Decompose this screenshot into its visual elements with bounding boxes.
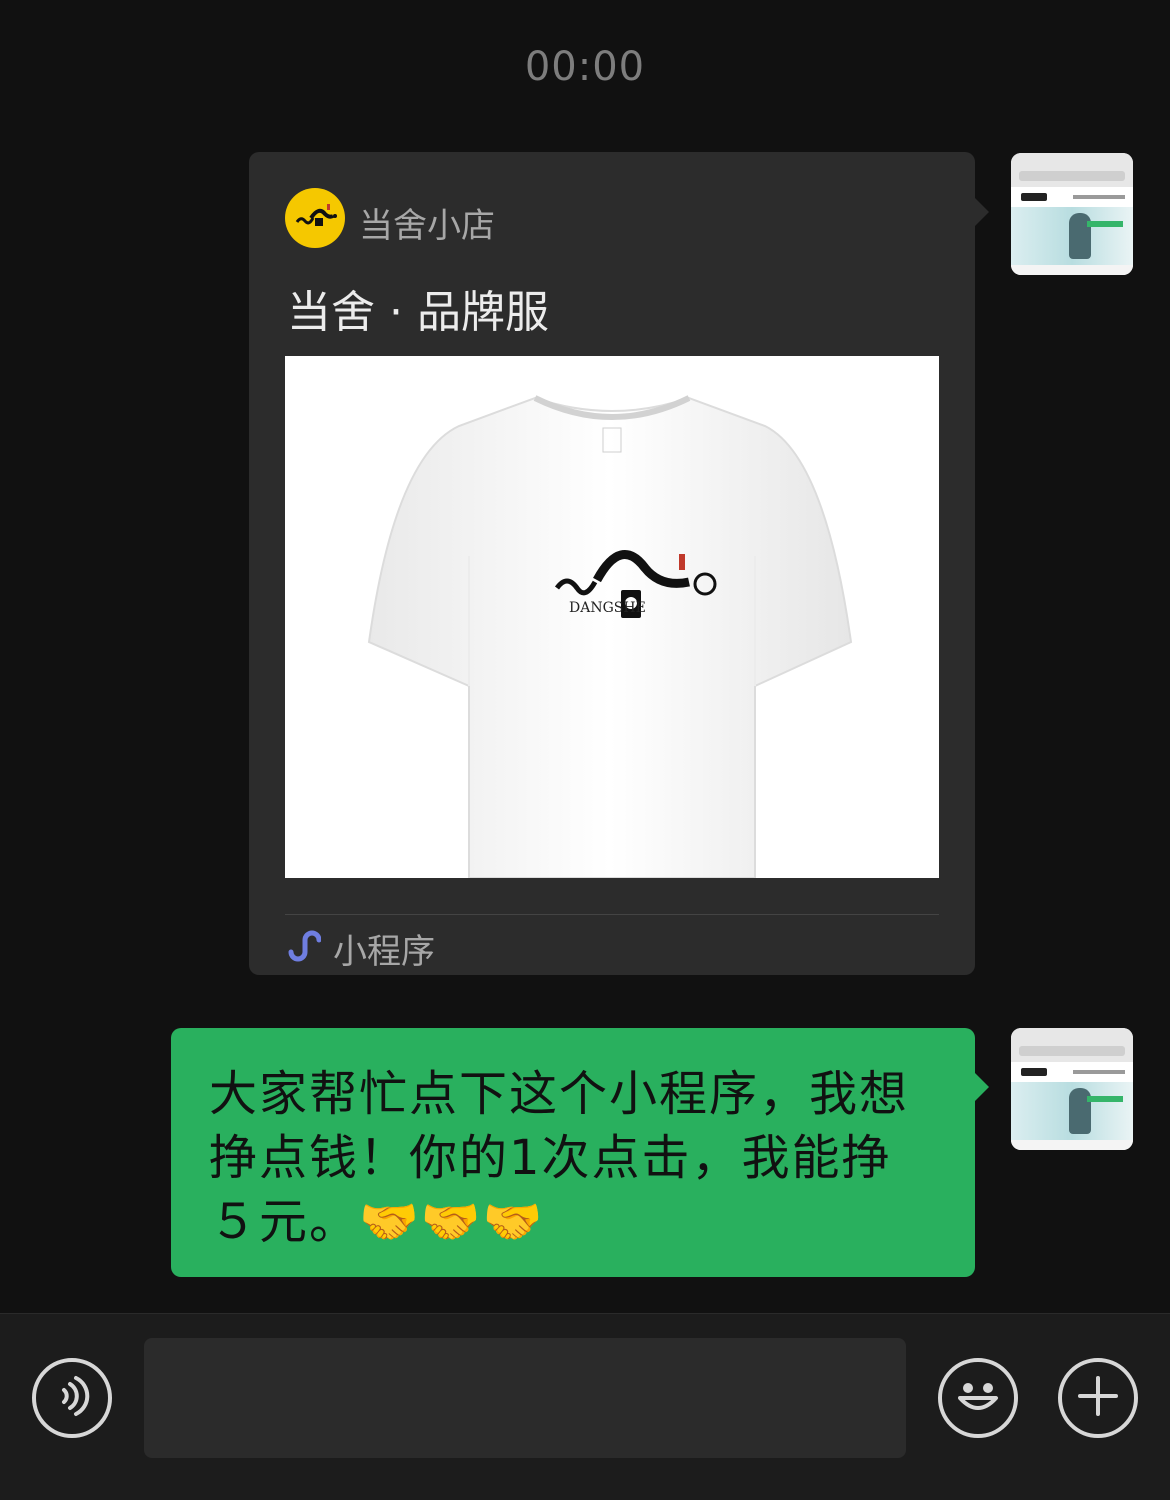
message-text: 大家帮忙点下这个小程序，我想挣点钱！你的1次点击，我能挣５元。🤝🤝🤝 [209,1066,910,1250]
card-tail [975,198,989,226]
mini-program-icon [285,928,322,964]
shirt-brand-text: DANGSHE [569,600,646,616]
sender-avatar[interactable] [1011,1028,1133,1150]
plus-icon [1074,1372,1122,1424]
message-input[interactable] [144,1338,906,1458]
card-title: 当舍 · 品牌服 [287,287,549,338]
mini-program-label: 小程序 [333,932,435,972]
mini-program-card[interactable]: 当舍小店 当舍 · 品牌服 DANGSHE 小程序 [249,152,975,975]
card-divider [285,914,939,915]
voice-button[interactable] [32,1358,112,1438]
chat-input-bar [0,1313,1170,1500]
product-image: DANGSHE [285,356,939,878]
bubble-tail [975,1073,989,1101]
shop-name: 当舍小店 [359,206,495,246]
message-bubble[interactable]: 大家帮忙点下这个小程序，我想挣点钱！你的1次点击，我能挣５元。🤝🤝🤝 [171,1028,975,1277]
shop-logo [285,188,345,248]
sender-avatar[interactable] [1011,153,1133,275]
emoji-icon [948,1366,1008,1430]
voice-icon [50,1374,94,1422]
chat-timestamp: 00:00 [524,44,646,90]
emoji-button[interactable] [938,1358,1018,1438]
more-button[interactable] [1058,1358,1138,1438]
